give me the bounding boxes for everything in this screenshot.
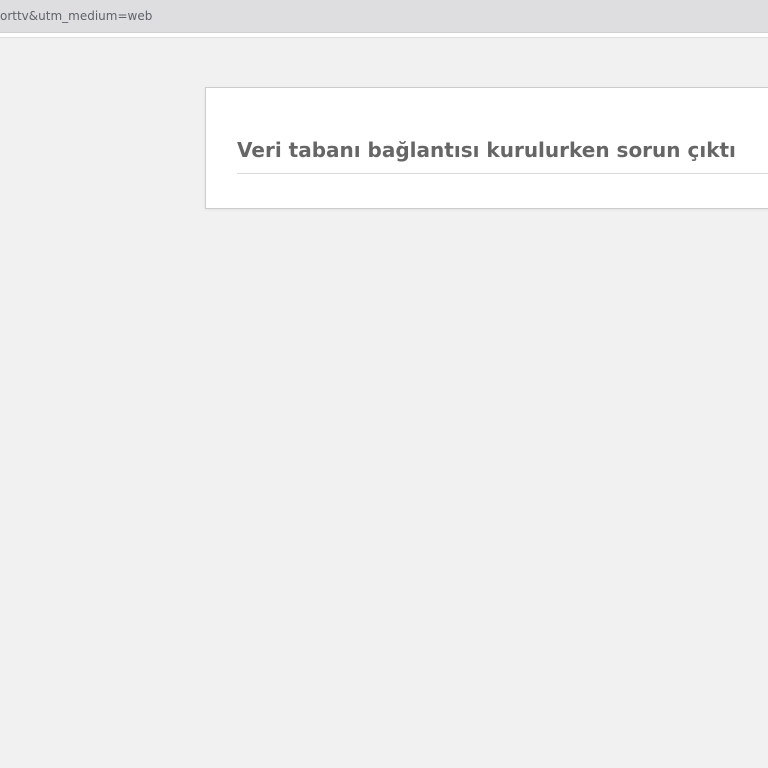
url-text[interactable]: orttv&utm_medium=web xyxy=(0,9,152,24)
browser-address-bar[interactable]: orttv&utm_medium=web xyxy=(0,0,768,33)
error-message-box: Veri tabanı bağlantısı kurulurken sorun … xyxy=(205,87,768,209)
title-divider xyxy=(237,173,768,174)
error-title: Veri tabanı bağlantısı kurulurken sorun … xyxy=(237,138,736,162)
